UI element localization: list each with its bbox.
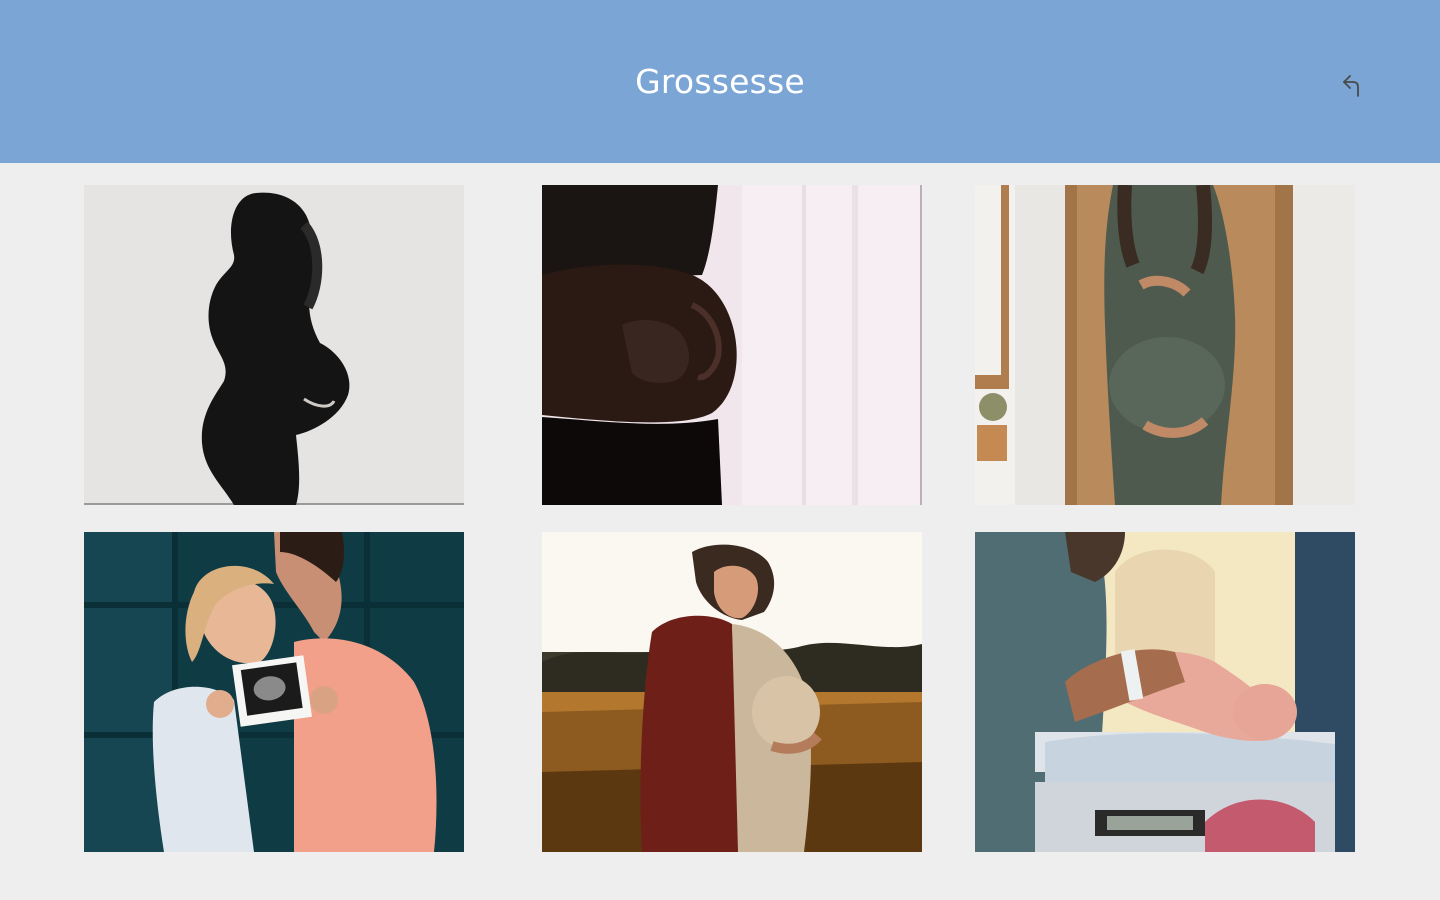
- app-header: Grossesse: [0, 0, 1440, 163]
- silhouette-pregnant-woman-photo: [84, 185, 464, 505]
- couple-ultrasound-photo: [84, 532, 464, 852]
- back-button[interactable]: [1332, 64, 1372, 104]
- pregnant-belly-hands-photo: [542, 185, 922, 505]
- page-title: Grossesse: [635, 62, 805, 101]
- pregnant-woman-field-sunset-photo: [542, 532, 922, 852]
- gallery-item[interactable]: [975, 185, 1355, 505]
- gallery-item[interactable]: [975, 532, 1355, 852]
- gallery-item[interactable]: [84, 185, 464, 505]
- newborn-baby-scale-photo: [975, 532, 1355, 852]
- gallery-item[interactable]: [542, 185, 922, 505]
- pregnant-woman-green-dress-photo: [975, 185, 1355, 505]
- gallery-item[interactable]: [542, 532, 922, 852]
- back-arrow-icon: [1343, 75, 1359, 97]
- gallery-item[interactable]: [84, 532, 464, 852]
